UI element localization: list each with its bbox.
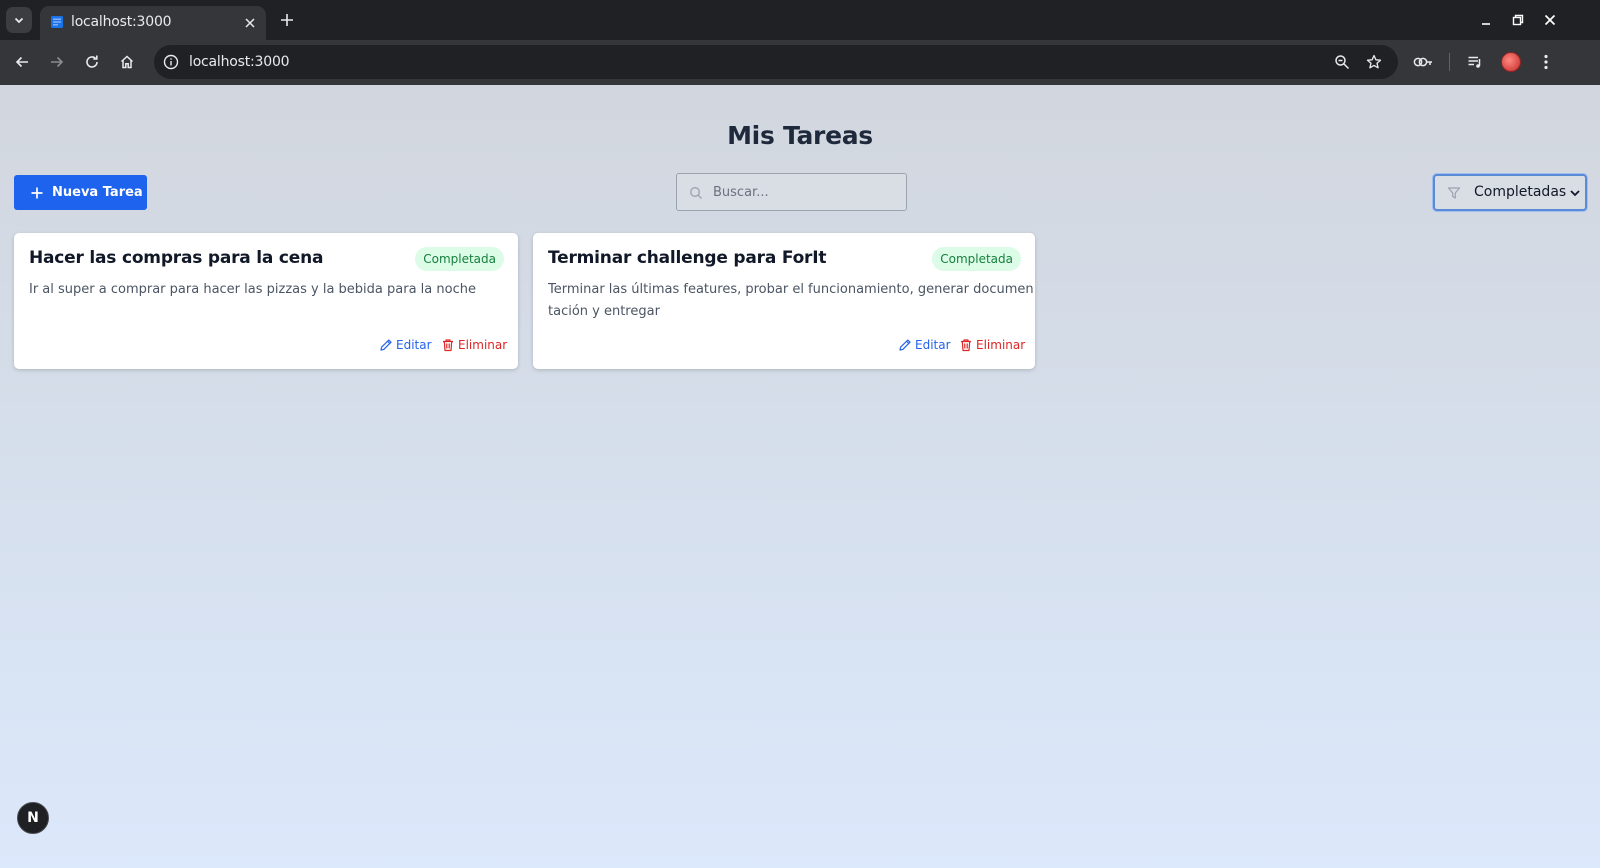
home-icon (120, 55, 134, 69)
restore-icon (1512, 14, 1524, 26)
delete-label: Eliminar (976, 338, 1026, 352)
tab-close-button[interactable] (240, 13, 260, 33)
favicon-icon (51, 16, 63, 28)
page-viewport: Mis Tareas Nueva Tarea Completadas Hacer… (0, 85, 1600, 868)
pencil-icon (380, 339, 392, 351)
tab-search-button[interactable] (6, 7, 32, 33)
new-task-label: Nueva Tarea (52, 185, 143, 200)
media-controls-button[interactable] (1463, 50, 1487, 74)
browser-tab[interactable]: localhost:3000 (40, 6, 266, 40)
more-vertical-icon (1544, 54, 1548, 70)
trash-icon (961, 339, 971, 352)
trash-icon (443, 339, 453, 352)
minimize-button[interactable] (1476, 10, 1496, 30)
site-info-icon[interactable] (162, 53, 180, 71)
arrow-left-icon (15, 56, 28, 68)
edit-label: Editar (396, 338, 432, 352)
zoom-icon (1335, 55, 1350, 70)
task-card: Hacer las compras para la cena Completad… (14, 233, 518, 369)
task-description-line: Terminar las últimas features, probar el… (548, 282, 1034, 297)
edit-button[interactable]: Editar (379, 337, 432, 353)
dev-tools-badge[interactable]: N (17, 802, 49, 834)
task-description-line: Ir al super a comprar para hacer las piz… (29, 282, 476, 297)
status-badge: Completada (415, 247, 504, 271)
task-title: Terminar challenge para ForIt (548, 248, 827, 268)
filter-selected-value: Completadas (1474, 184, 1567, 200)
zoom-button[interactable] (1332, 52, 1352, 72)
pencil-icon (899, 339, 911, 351)
forward-button[interactable] (45, 50, 69, 74)
task-title: Hacer las compras para la cena (29, 248, 324, 268)
close-icon (245, 18, 255, 28)
key-icon (1413, 57, 1432, 67)
close-icon (1544, 14, 1556, 26)
new-tab-button[interactable] (276, 9, 298, 31)
search-icon (690, 187, 702, 199)
password-manager-button[interactable] (1411, 50, 1435, 74)
plus-icon (281, 14, 293, 26)
task-description: Terminar las últimas features, probar el… (548, 279, 1034, 323)
close-window-button[interactable] (1540, 10, 1560, 30)
edit-button[interactable]: Editar (898, 337, 951, 353)
search-box (676, 173, 907, 211)
browser-tab-bar: localhost:3000 (0, 0, 1600, 40)
profile-avatar[interactable] (1501, 52, 1521, 72)
back-button[interactable] (10, 50, 34, 74)
delete-button[interactable]: Eliminar (441, 337, 507, 353)
status-filter-select[interactable]: Completadas (1433, 174, 1587, 211)
chevron-down-icon (1570, 190, 1580, 197)
browser-menu-button[interactable] (1534, 50, 1558, 74)
search-input[interactable] (713, 182, 898, 202)
delete-button[interactable]: Eliminar (959, 337, 1025, 353)
task-description-line: tación y entregar (548, 304, 660, 319)
home-button[interactable] (115, 50, 139, 74)
url-text: localhost:3000 (189, 54, 290, 70)
arrow-right-icon (51, 56, 64, 68)
minimize-icon (1482, 23, 1490, 25)
page-title: Mis Tareas (727, 121, 873, 150)
browser-toolbar: localhost:3000 (0, 40, 1600, 85)
reload-button[interactable] (80, 50, 104, 74)
tab-title: localhost:3000 (71, 14, 172, 30)
status-badge: Completada (932, 247, 1021, 271)
toolbar-divider (1449, 53, 1450, 71)
plus-icon (31, 187, 43, 198)
task-card: Terminar challenge para ForIt Completada… (533, 233, 1035, 369)
task-description: Ir al super a comprar para hacer las piz… (29, 279, 476, 301)
chevron-down-icon (14, 17, 24, 24)
playlist-icon (1468, 56, 1481, 68)
filter-icon (1447, 187, 1461, 199)
new-task-button[interactable]: Nueva Tarea (14, 175, 147, 210)
reload-icon (86, 55, 98, 68)
star-icon (1366, 54, 1382, 69)
address-bar[interactable]: localhost:3000 (154, 45, 1398, 79)
bookmark-button[interactable] (1364, 52, 1384, 72)
restore-button[interactable] (1508, 10, 1528, 30)
delete-label: Eliminar (458, 338, 508, 352)
edit-label: Editar (915, 338, 951, 352)
